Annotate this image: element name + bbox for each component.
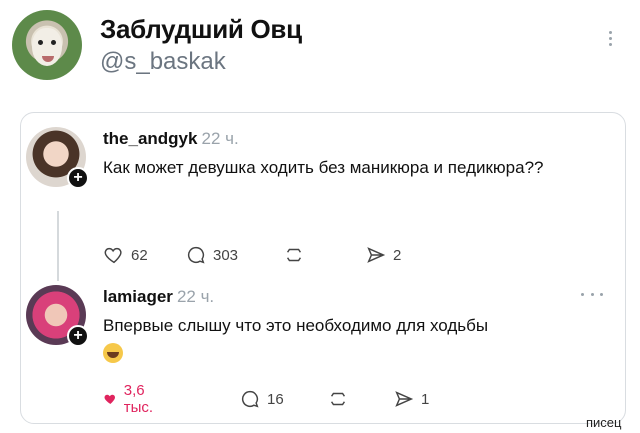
avatar-eye <box>38 40 43 45</box>
like-button[interactable]: 62 <box>103 243 148 267</box>
share-count: 2 <box>393 246 402 264</box>
post-username[interactable]: the_andgyk 22 ч. <box>103 129 239 149</box>
repost-button[interactable] <box>283 243 311 267</box>
embedded-thread-card: + the_andgyk 22 ч. Как может девушка ходи… <box>20 112 626 424</box>
reply-button[interactable]: 303 <box>185 243 238 267</box>
heart-icon <box>104 247 122 264</box>
thread-connector-line <box>57 211 59 281</box>
reply-count: 16 <box>267 390 284 408</box>
share-button[interactable]: 2 <box>365 243 401 267</box>
comment-icon <box>187 246 205 264</box>
avatar[interactable] <box>12 10 82 80</box>
share-count: 1 <box>421 390 430 408</box>
like-count: 62 <box>131 246 148 264</box>
comment-icon <box>241 390 259 408</box>
username-text[interactable]: the_andgyk <box>103 129 197 148</box>
user-handle[interactable]: @s_baskak <box>100 48 226 76</box>
repost-icon <box>286 248 302 262</box>
post-username[interactable]: lamiager 22 ч. <box>103 287 214 307</box>
post-time: 22 ч. <box>176 287 215 306</box>
post-text: Как может девушка ходить без маникюра и … <box>103 158 544 177</box>
follow-plus-icon[interactable]: + <box>67 167 89 189</box>
like-count: 3,6 тыс. <box>123 382 154 416</box>
post-more-icon[interactable] <box>581 293 603 299</box>
send-icon <box>367 247 386 263</box>
post-time: 22 ч. <box>201 129 239 148</box>
display-name[interactable]: Заблудший Овц <box>100 14 302 45</box>
heart-filled-icon <box>104 394 115 404</box>
follow-plus-icon[interactable]: + <box>67 325 89 347</box>
watermark: писец <box>586 415 622 430</box>
post-text: Впервые слышу что это необходимо для ход… <box>103 313 603 366</box>
grinning-sweat-emoji-icon <box>103 342 123 363</box>
send-icon <box>395 391 414 407</box>
repost-button[interactable] <box>327 387 355 411</box>
avatar-eye <box>51 40 56 45</box>
post-text-body: Впервые слышу что это необходимо для ход… <box>103 316 489 335</box>
thread-post: + the_andgyk 22 ч. Как может девушка ходи… <box>21 123 627 281</box>
more-options-icon[interactable] <box>604 28 616 50</box>
share-button[interactable]: 1 <box>393 387 429 411</box>
profile-header: Заблудший Овц @s_baskak <box>0 0 640 100</box>
repost-icon <box>330 392 346 406</box>
like-button[interactable]: 3,6 тыс. <box>103 382 160 416</box>
reply-count: 303 <box>213 246 239 264</box>
thread-post: + lamiager 22 ч. Впервые слышу что это не… <box>21 279 627 419</box>
reply-button[interactable]: 16 <box>239 387 284 411</box>
username-text[interactable]: lamiager <box>103 287 173 306</box>
